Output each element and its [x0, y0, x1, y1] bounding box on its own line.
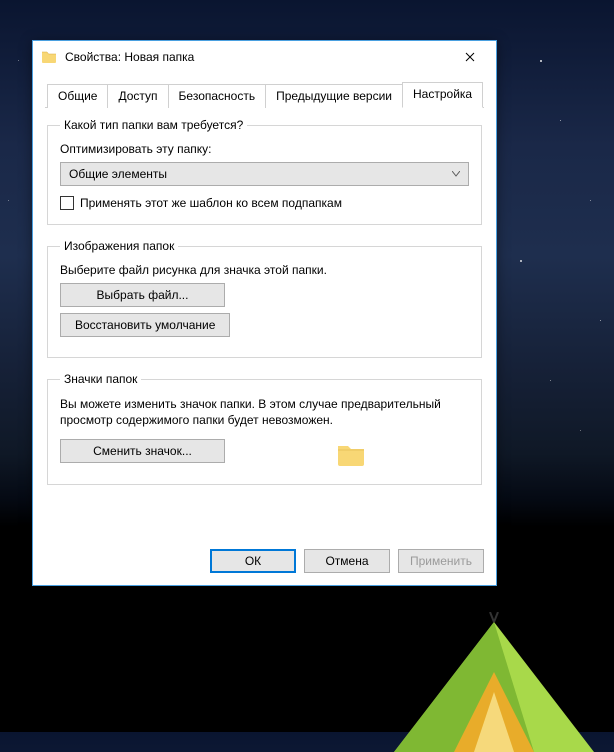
group-folder-type-legend: Какой тип папки вам требуется?	[60, 118, 247, 132]
properties-dialog: Свойства: Новая папка Общие Доступ Безоп…	[32, 40, 497, 586]
change-icon-button[interactable]: Сменить значок...	[60, 439, 225, 463]
cancel-button[interactable]: Отмена	[304, 549, 390, 573]
dialog-button-bar: ОК Отмена Применить	[45, 499, 484, 573]
window-title: Свойства: Новая папка	[65, 50, 450, 64]
tabstrip: Общие Доступ Безопасность Предыдущие вер…	[45, 81, 484, 108]
group-folder-type: Какой тип папки вам требуется? Оптимизир…	[47, 118, 482, 225]
close-button[interactable]	[450, 43, 490, 71]
tab-general[interactable]: Общие	[47, 84, 108, 108]
apply-subfolders-checkbox[interactable]	[60, 196, 74, 210]
apply-subfolders-label: Применять этот же шаблон ко всем подпапк…	[80, 196, 342, 210]
tab-customize[interactable]: Настройка	[402, 82, 483, 108]
folder-pictures-hint: Выберите файл рисунка для значка этой па…	[60, 263, 469, 277]
restore-default-button[interactable]: Восстановить умолчание	[60, 313, 230, 337]
group-folder-pictures-legend: Изображения папок	[60, 239, 178, 253]
folder-icon-preview	[335, 438, 367, 470]
choose-file-button[interactable]: Выбрать файл...	[60, 283, 225, 307]
folder-icon	[41, 49, 57, 65]
apply-button[interactable]: Применить	[398, 549, 484, 573]
group-folder-icons: Значки папок Вы можете изменить значок п…	[47, 372, 482, 485]
optimize-combo[interactable]: Общие элементы	[60, 162, 469, 186]
titlebar[interactable]: Свойства: Новая папка	[33, 41, 496, 73]
tab-sharing[interactable]: Доступ	[107, 84, 168, 108]
optimize-label: Оптимизировать эту папку:	[60, 142, 469, 156]
background-tent	[334, 612, 594, 752]
optimize-combo-value: Общие элементы	[69, 167, 448, 181]
tab-security[interactable]: Безопасность	[168, 84, 267, 108]
ok-button[interactable]: ОК	[210, 549, 296, 573]
group-folder-icons-legend: Значки папок	[60, 372, 141, 386]
tab-previous-versions[interactable]: Предыдущие версии	[265, 84, 403, 108]
chevron-down-icon	[448, 171, 464, 177]
group-folder-pictures: Изображения папок Выберите файл рисунка …	[47, 239, 482, 358]
folder-icons-hint: Вы можете изменить значок папки. В этом …	[60, 396, 469, 428]
